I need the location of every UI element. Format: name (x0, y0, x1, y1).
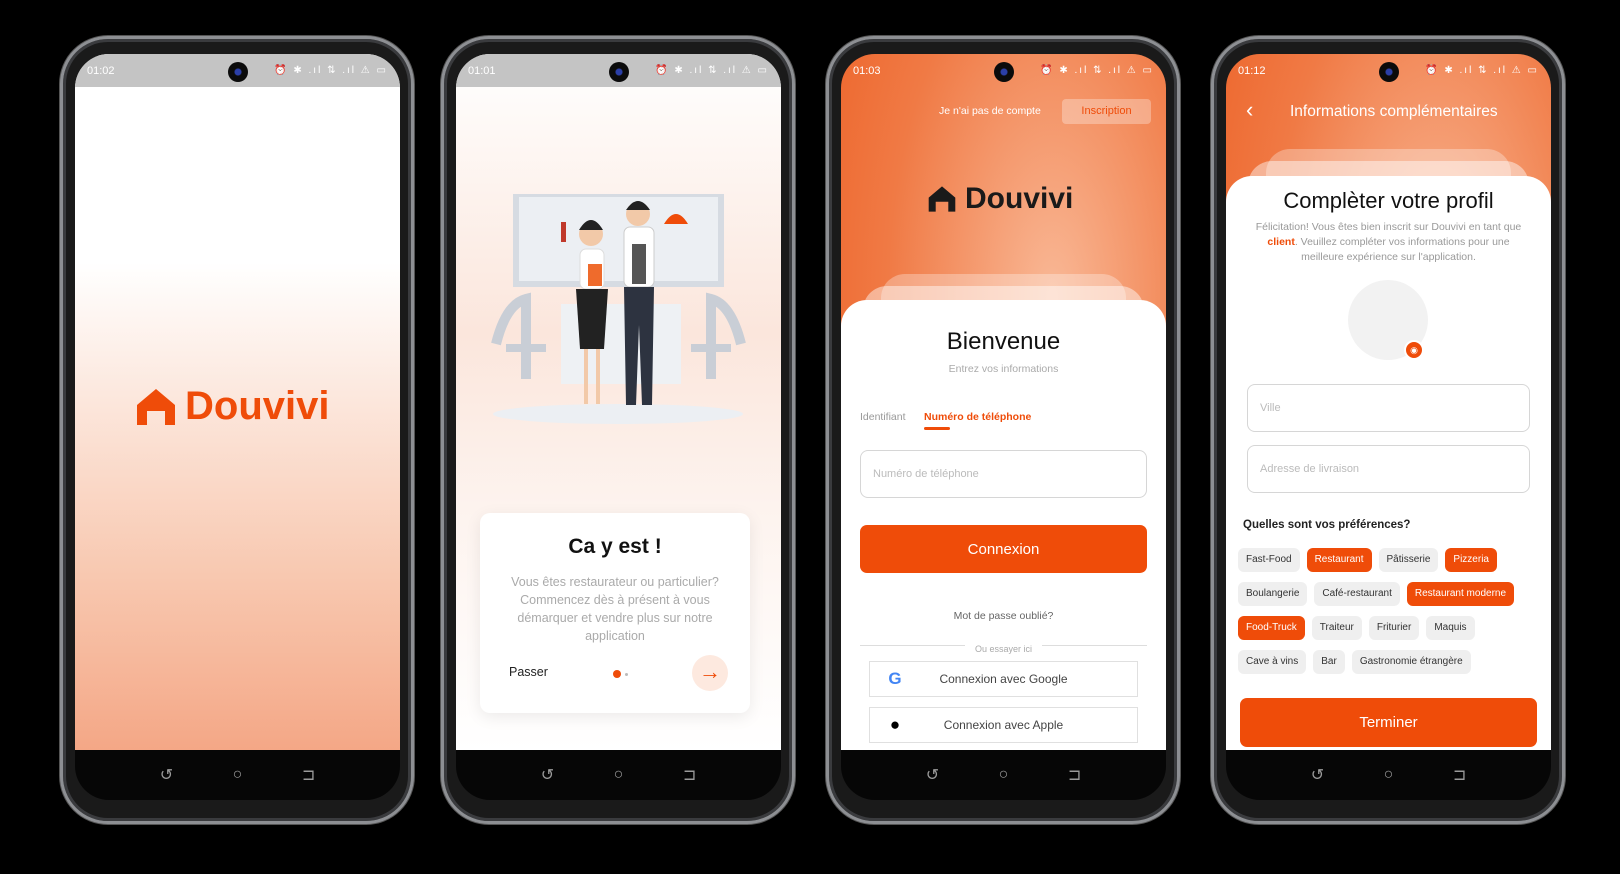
onboarding-title: Ca y est ! (568, 535, 662, 558)
camera-icon (608, 62, 629, 82)
header-title: Informations complémentaires (1290, 103, 1498, 120)
role-highlight: client (1267, 236, 1295, 248)
camera-icon (227, 62, 248, 82)
status-time: 01:03 (853, 64, 881, 77)
login-screen: 01:03 ⏰ ✱ .ıl ⇅ .ıl ⚠ ▭ Je n'ai pas de c… (841, 54, 1166, 750)
city-input[interactable]: Ville (1247, 384, 1530, 432)
login-button[interactable]: Connexion (860, 525, 1147, 573)
back-nav-icon[interactable]: ↺ (1311, 765, 1324, 785)
camera-icon (993, 62, 1014, 82)
back-nav-icon[interactable]: ↺ (541, 765, 554, 785)
preference-chip[interactable]: Maquis (1426, 616, 1475, 640)
house-logo-icon (137, 388, 175, 425)
recents-nav-icon[interactable]: ⊐ (1068, 765, 1081, 785)
chip-row: Cave à vins Bar Gastronomie étrangère (1238, 650, 1478, 674)
preference-chip[interactable]: Food-Truck (1238, 616, 1305, 640)
home-nav-icon[interactable]: ○ (233, 766, 243, 784)
preference-chip[interactable]: Traiteur (1311, 616, 1362, 640)
tab-phone-number[interactable]: Numéro de téléphone (924, 411, 1031, 423)
home-nav-icon[interactable]: ○ (1384, 766, 1394, 784)
chip-row: Food-Truck Traiteur Friturier Maquis (1238, 616, 1482, 640)
status-icons: ⏰ ✱ .ıl ⇅ .ıl ⚠ ▭ (1040, 65, 1154, 76)
profile-screen: 01:12 ⏰ ✱ .ıl ⇅ .ıl ⚠ ▭ ‹ Informations c… (1226, 54, 1551, 750)
apple-icon: ● (889, 715, 901, 734)
profile-title: Complèter votre profil (1283, 188, 1494, 213)
onboarding-card: Ca y est ! Vous êtes restaurateur ou par… (480, 513, 750, 713)
phone-input[interactable]: Numéro de téléphone (860, 450, 1147, 498)
camera-upload-icon[interactable]: ◉ (1404, 340, 1424, 360)
profile-card: Complèter votre profil Félicitation! Vou… (1226, 176, 1551, 750)
login-title: Bienvenue (946, 328, 1061, 355)
preference-chip[interactable]: Restaurant (1306, 548, 1372, 572)
login-logo: Douvivi (927, 182, 1073, 216)
preferences-label: Quelles sont vos préférences? (1243, 519, 1411, 531)
preference-chip[interactable]: Gastronomie étrangère (1351, 650, 1471, 674)
phone-onboarding: 01:01 ⏰ ✱ .ıl ⇅ .ıl ⚠ ▭ Ca y est ! Vous … (441, 36, 795, 824)
android-nav: ↺ ○ ⊐ (75, 750, 400, 800)
restaurant-illustration (491, 194, 746, 424)
phone-login: 01:03 ⏰ ✱ .ıl ⇅ .ıl ⚠ ▭ Je n'ai pas de c… (826, 36, 1180, 824)
status-icons: ⏰ ✱ .ıl ⇅ .ıl ⚠ ▭ (655, 65, 769, 76)
preference-chip[interactable]: Pâtisserie (1378, 548, 1439, 572)
profile-description: Félicitation! Vous êtes bien inscrit sur… (1255, 221, 1522, 263)
preference-chip[interactable]: Café-restaurant (1314, 582, 1400, 606)
android-nav: ↺ ○ ⊐ (456, 750, 781, 800)
brand-name: Douvivi (965, 182, 1074, 215)
house-logo-icon (928, 186, 956, 212)
tab-identifiant[interactable]: Identifiant (860, 411, 906, 423)
signup-button[interactable]: Inscription (1062, 99, 1151, 124)
next-arrow-button[interactable]: → (692, 655, 728, 691)
splash-logo: Douvivi (135, 384, 329, 429)
onboarding-screen: 01:01 ⏰ ✱ .ıl ⇅ .ıl ⚠ ▭ Ca y est ! Vous … (456, 54, 781, 750)
tab-indicator (924, 427, 950, 430)
or-label: Ou essayer ici (964, 644, 1043, 654)
status-icons: ⏰ ✱ .ıl ⇅ .ıl ⚠ ▭ (274, 65, 388, 76)
preference-chip[interactable]: Restaurant moderne (1406, 582, 1515, 606)
page-dot-active[interactable] (613, 670, 621, 678)
preference-chip[interactable]: Pizzeria (1445, 548, 1497, 572)
android-nav: ↺ ○ ⊐ (1226, 750, 1551, 800)
brand-name: Douvivi (185, 384, 330, 428)
no-account-text: Je n'ai pas de compte (939, 105, 1041, 117)
login-card: Bienvenue Entrez vos informations Identi… (841, 300, 1166, 750)
skip-button[interactable]: Passer (509, 665, 548, 679)
back-nav-icon[interactable]: ↺ (926, 765, 939, 785)
chip-row: Fast-Food Restaurant Pâtisserie Pizzeria (1238, 548, 1504, 572)
preference-chip[interactable]: Bar (1313, 650, 1345, 674)
recents-nav-icon[interactable]: ⊐ (1453, 765, 1466, 785)
page-dot[interactable] (625, 673, 628, 676)
apple-login-button[interactable]: ● Connexion avec Apple (869, 707, 1138, 743)
back-icon[interactable]: ‹ (1246, 97, 1253, 123)
phone-splash: 01:02 ⏰ ✱ .ıl ⇅ .ıl ⚠ ▭ Douvivi ↺ ○ ⊐ (60, 36, 414, 824)
home-nav-icon[interactable]: ○ (999, 766, 1009, 784)
status-icons: ⏰ ✱ .ıl ⇅ .ıl ⚠ ▭ (1425, 65, 1539, 76)
recents-nav-icon[interactable]: ⊐ (302, 765, 315, 785)
address-input[interactable]: Adresse de livraison (1247, 445, 1530, 493)
recents-nav-icon[interactable]: ⊐ (683, 765, 696, 785)
camera-icon (1378, 62, 1399, 82)
splash-screen: 01:02 ⏰ ✱ .ıl ⇅ .ıl ⚠ ▭ Douvivi (75, 54, 400, 750)
google-login-label: Connexion avec Google (939, 672, 1068, 686)
preference-chip[interactable]: Cave à vins (1238, 650, 1307, 674)
google-login-button[interactable]: G Connexion avec Google (869, 661, 1138, 697)
status-time: 01:02 (87, 64, 115, 77)
onboarding-text: Vous êtes restaurateur ou particulier? C… (511, 575, 719, 643)
back-nav-icon[interactable]: ↺ (160, 765, 173, 785)
status-time: 01:01 (468, 64, 496, 77)
preference-chip[interactable]: Fast-Food (1238, 548, 1300, 572)
phone-profile: 01:12 ⏰ ✱ .ıl ⇅ .ıl ⚠ ▭ ‹ Informations c… (1211, 36, 1565, 824)
forgot-password-link[interactable]: Mot de passe oublié? (841, 610, 1166, 622)
status-time: 01:12 (1238, 64, 1266, 77)
home-nav-icon[interactable]: ○ (614, 766, 624, 784)
login-subtitle: Entrez vos informations (948, 363, 1059, 375)
google-icon: G (888, 669, 902, 688)
preference-chip[interactable]: Friturier (1368, 616, 1420, 640)
finish-button[interactable]: Terminer (1240, 698, 1537, 747)
android-nav: ↺ ○ ⊐ (841, 750, 1166, 800)
preference-chip[interactable]: Boulangerie (1238, 582, 1308, 606)
chip-row: Boulangerie Café-restaurant Restaurant mod… (1238, 582, 1521, 606)
apple-login-label: Connexion avec Apple (943, 718, 1064, 732)
